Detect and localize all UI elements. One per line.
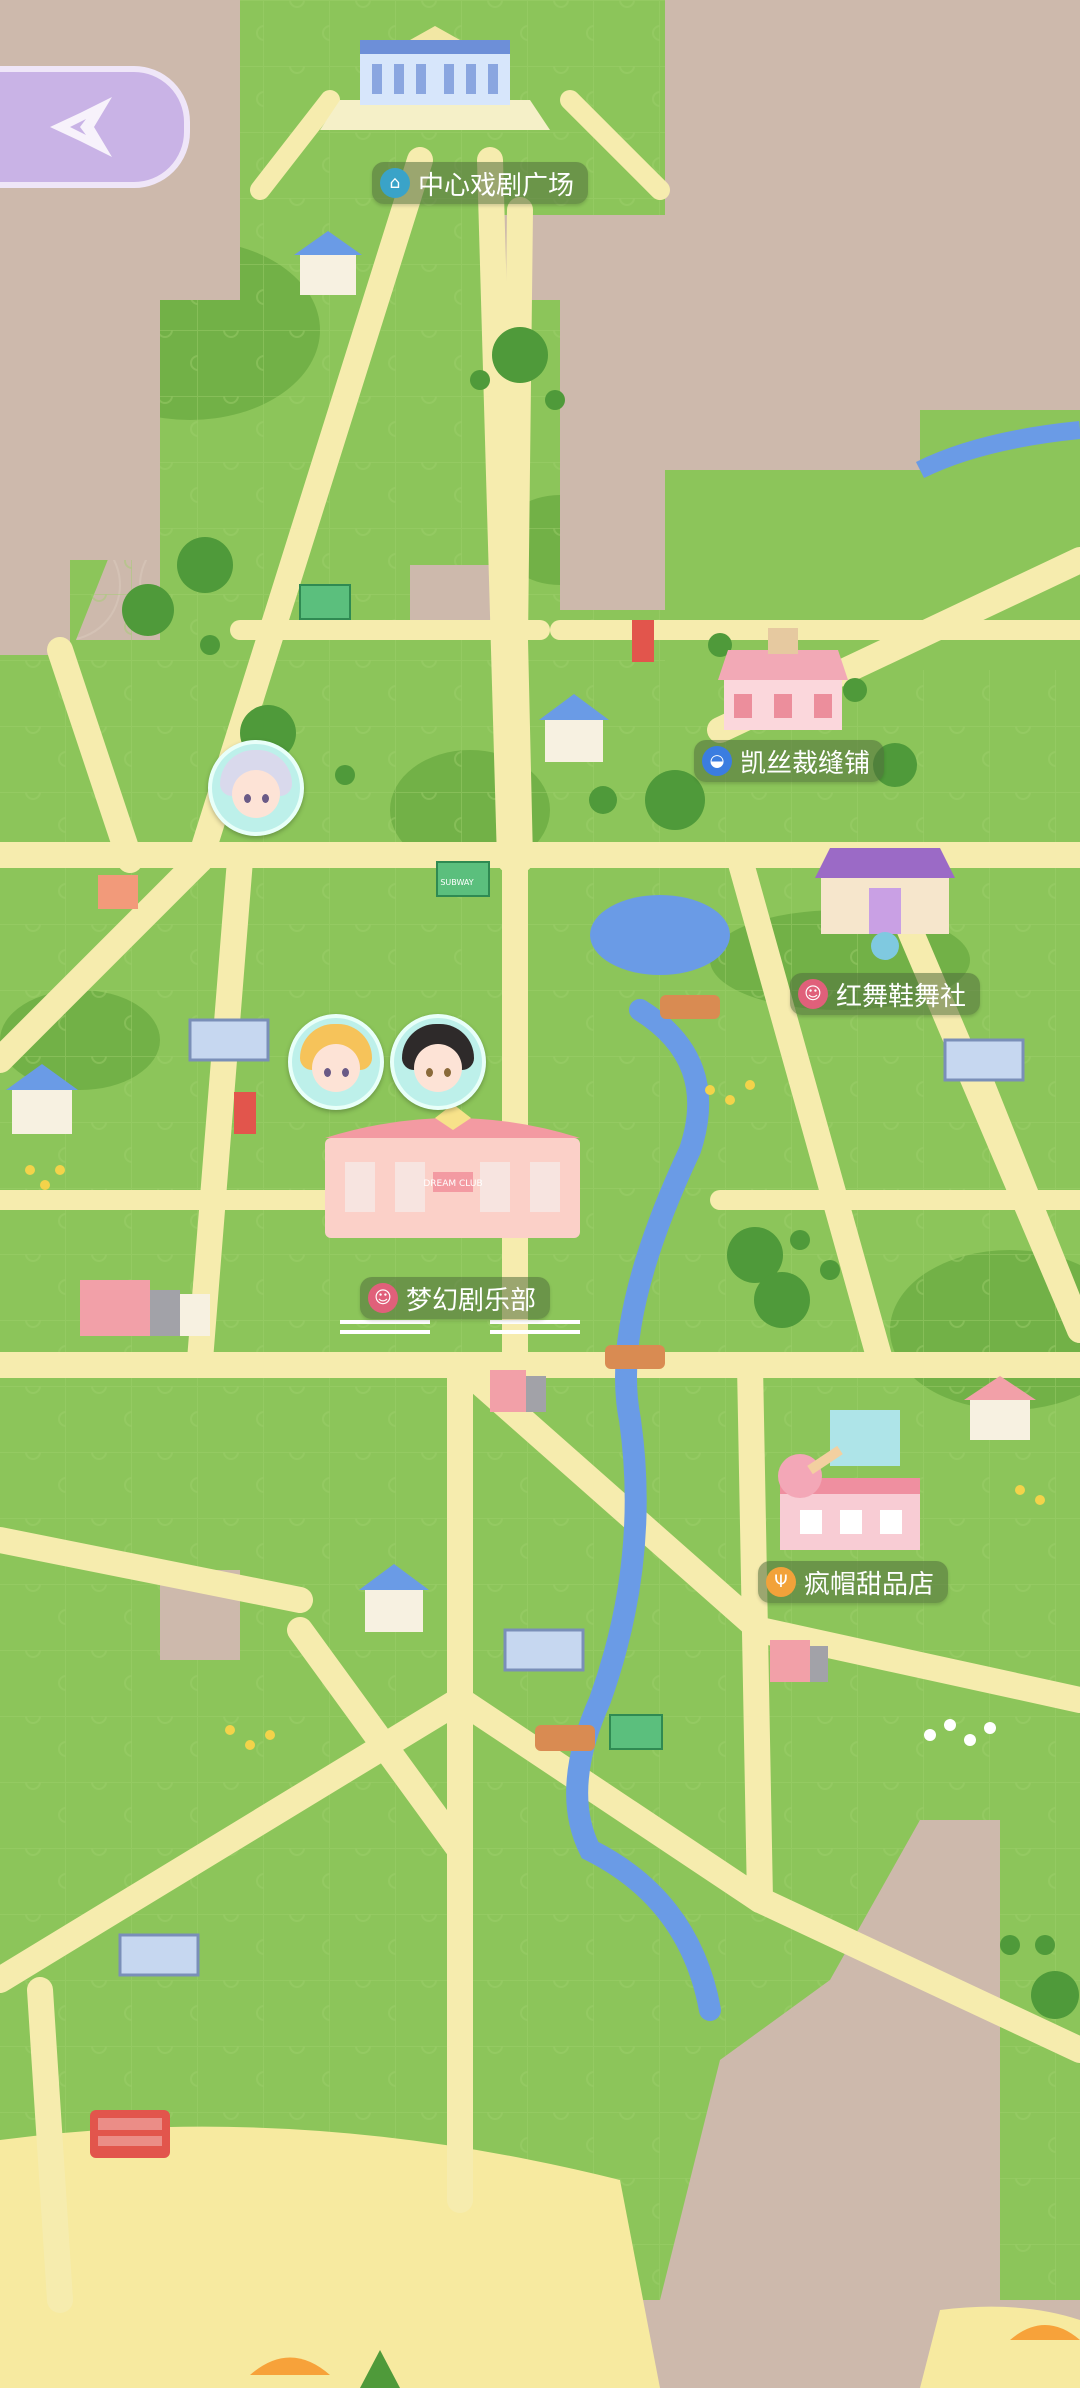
character-avatar-silver[interactable] <box>208 740 304 836</box>
location-kaisi-tailor[interactable]: ◒ 凯丝裁缝铺 <box>694 740 885 782</box>
location-theater-plaza[interactable]: ⌂ 中心戏剧广场 <box>372 162 589 204</box>
club-sign-text: DREAM CLUB <box>423 1179 482 1189</box>
shopping-bag-icon: ◒ <box>702 746 732 776</box>
location-label: 红舞鞋舞社 <box>836 981 967 1012</box>
theater-mask-icon: ☺ <box>368 1283 398 1313</box>
location-label: 中心戏剧广场 <box>418 170 575 201</box>
character-avatar-brown[interactable] <box>390 1014 486 1110</box>
back-button[interactable] <box>0 66 190 188</box>
subway-label: SUBWAY <box>440 878 473 887</box>
location-hongwu-dance[interactable]: ☺ 红舞鞋舞社 <box>790 973 981 1015</box>
city-map[interactable]: SUBWAY DREAM CLUB <box>0 0 1080 2388</box>
character-avatar-blonde[interactable] <box>288 1014 384 1110</box>
location-dream-club[interactable]: ☺ 梦幻剧乐部 <box>360 1277 551 1319</box>
compass-star-icon <box>50 97 112 157</box>
location-mad-hat-dessert[interactable]: Ψ 疯帽甜品店 <box>758 1561 949 1603</box>
theater-mask-icon: ☺ <box>798 979 828 1009</box>
location-label: 凯丝裁缝铺 <box>740 748 871 779</box>
map-view[interactable]: SUBWAY DREAM CLUB ⌂ 中心戏剧广场 ◒ 凯丝裁缝铺 ☺ 红舞鞋… <box>0 0 1080 2388</box>
pond <box>590 895 730 975</box>
location-label: 梦幻剧乐部 <box>406 1285 537 1316</box>
fork-knife-icon: Ψ <box>766 1567 796 1597</box>
bus <box>90 2110 170 2158</box>
location-label: 疯帽甜品店 <box>804 1569 935 1600</box>
museum-icon: ⌂ <box>380 168 410 198</box>
